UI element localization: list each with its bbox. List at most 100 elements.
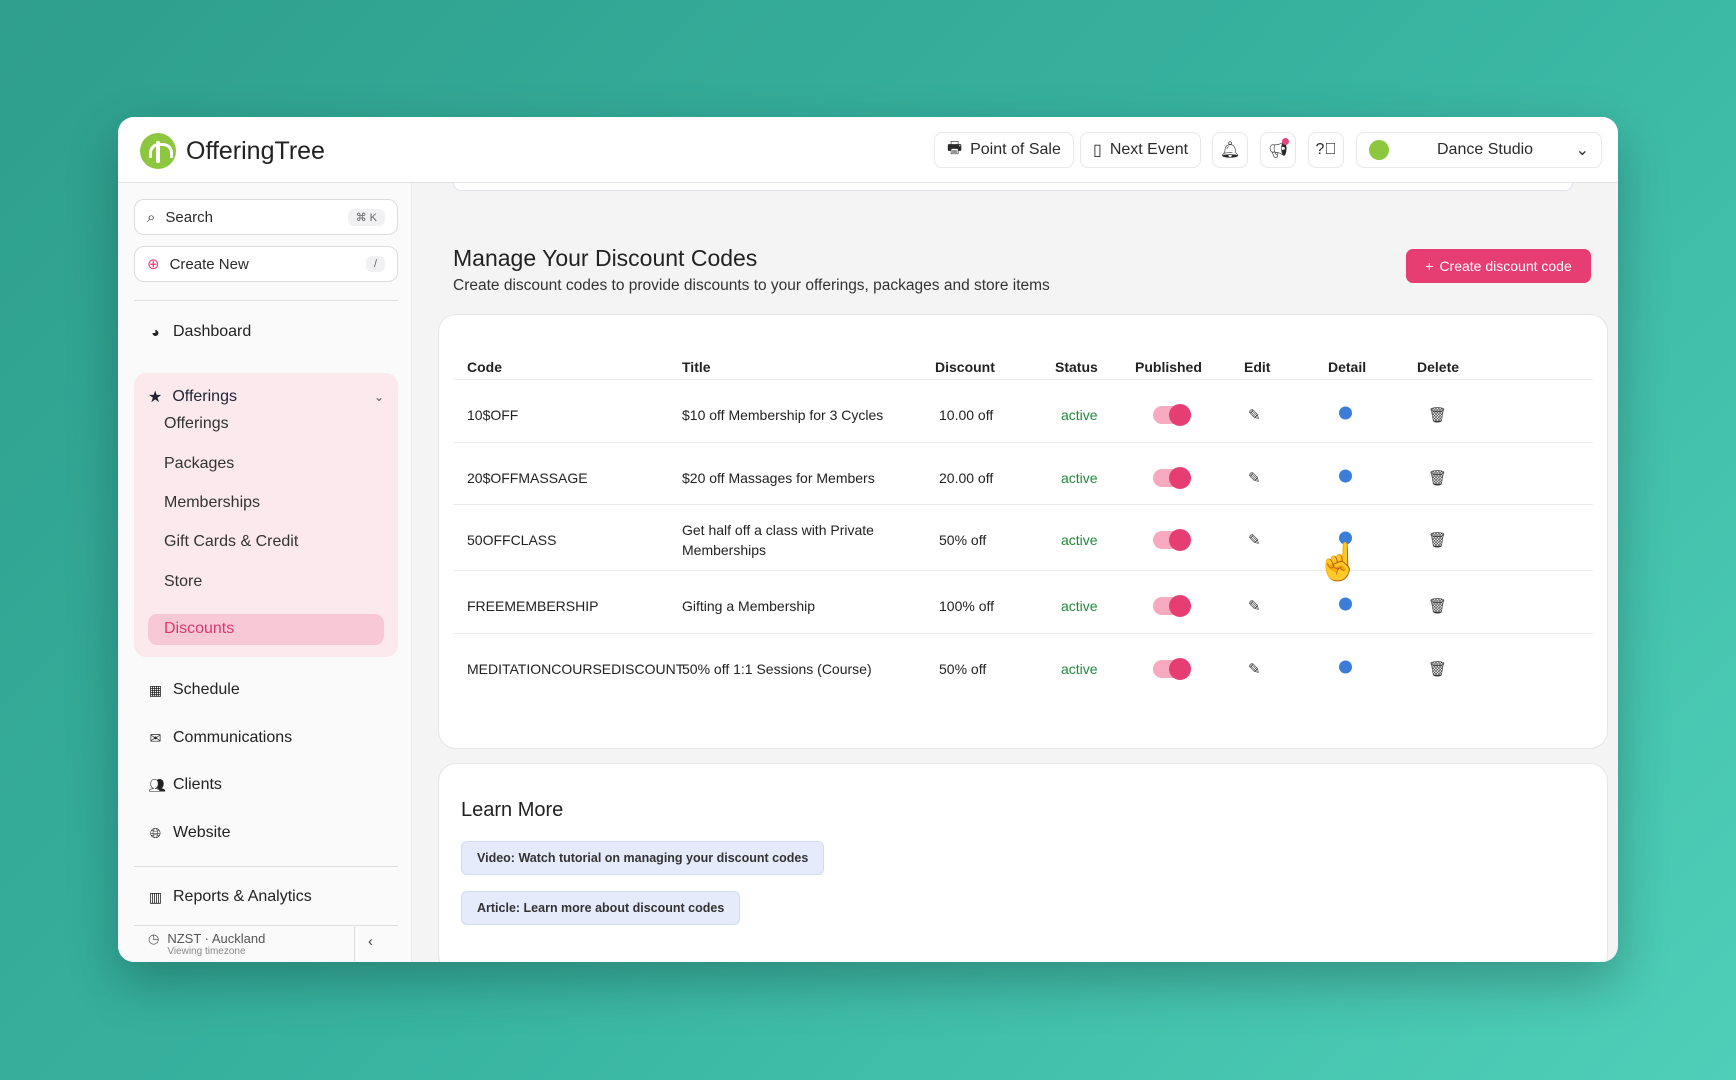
column-header-published: Published	[1135, 359, 1202, 375]
published-toggle[interactable]	[1153, 594, 1191, 617]
chevron-down-icon: ⌄	[1575, 142, 1589, 159]
cell-title: $20 off Massages for Members	[682, 468, 875, 488]
divider	[134, 300, 398, 301]
published-toggle[interactable]	[1153, 466, 1191, 489]
edit-icon[interactable]: ✎	[1248, 406, 1261, 424]
clock-icon: ◷	[148, 931, 160, 946]
sidebar-item-reports[interactable]: ▥ Reports & Analytics	[148, 888, 312, 906]
column-header-detail: Detail	[1328, 359, 1367, 375]
create-new-label: Create New	[169, 255, 249, 273]
bell-icon: 🔔︎	[1219, 142, 1241, 159]
cell-title-text: Memberships	[682, 541, 767, 558]
next-event-button[interactable]: ▯ Next Event	[1080, 132, 1202, 168]
cell-title: $10 off Membership for 3 Cycles	[682, 405, 883, 425]
sidebar-item-label: Communications	[173, 729, 293, 746]
edit-icon[interactable]: ✎	[1248, 597, 1261, 615]
sidebar-item-communications[interactable]: ✉ Communications	[148, 729, 293, 747]
studio-name: Dance Studio	[1437, 141, 1534, 158]
sidebar-subitem-gift-cards[interactable]: Gift Cards & Credit	[164, 533, 298, 551]
cell-discount: 50% off	[939, 531, 987, 548]
cell-discount: 50% off	[939, 660, 987, 677]
calendar-icon: ▦	[148, 681, 163, 698]
column-header-status: Status	[1055, 359, 1098, 375]
dashboard-icon: ◕	[151, 324, 160, 340]
table-row: 20$OFFMASSAGE $20 off Massages for Membe…	[453, 442, 1593, 512]
published-toggle[interactable]	[1153, 403, 1191, 426]
cell-discount: 10.00 off	[939, 406, 994, 423]
sidebar-item-label: Dashboard	[173, 323, 252, 340]
previous-card-edge	[453, 183, 1573, 191]
edit-icon[interactable]: ✎	[1248, 531, 1261, 549]
detail-icon[interactable]	[1339, 660, 1352, 677]
create-discount-code-button[interactable]: + Create discount code	[1406, 249, 1591, 283]
status-badge: active	[1061, 531, 1098, 548]
sidebar-item-label: Reports & Analytics	[173, 888, 312, 905]
edit-icon[interactable]: ✎	[1248, 660, 1261, 678]
sidebar-item-label: Clients	[173, 776, 222, 793]
sidebar-item-label: Offerings	[172, 388, 237, 405]
detail-icon[interactable]	[1339, 406, 1352, 423]
announcements-button[interactable]: 📢︎	[1260, 132, 1296, 168]
trash-icon[interactable]: 🗑︎	[1428, 597, 1447, 615]
column-header-title: Title	[682, 359, 711, 375]
sidebar-subitem-offerings[interactable]: Offerings	[164, 415, 229, 433]
sidebar-item-dashboard[interactable]: ◕ Dashboard	[148, 323, 251, 341]
star-icon: ★	[148, 389, 163, 406]
video-tutorial-link[interactable]: Video: Watch tutorial on managing your d…	[461, 841, 825, 875]
notifications-button[interactable]: 🔔︎	[1212, 132, 1248, 168]
point-of-sale-button[interactable]: 🖶 Point of Sale	[934, 132, 1074, 168]
published-toggle[interactable]	[1153, 528, 1191, 551]
trash-icon[interactable]: 🗑︎	[1428, 531, 1447, 549]
status-badge: active	[1061, 660, 1098, 677]
page-subtitle: Create discount codes to provide discoun…	[453, 277, 1050, 294]
studio-selector[interactable]: Dance Studio ⌄	[1356, 132, 1602, 168]
detail-icon[interactable]	[1339, 597, 1352, 614]
divider	[354, 927, 355, 961]
trash-icon[interactable]: 🗑︎	[1428, 660, 1447, 678]
next-event-label: Next Event	[1109, 141, 1189, 158]
trash-icon[interactable]: 🗑︎	[1428, 469, 1447, 487]
detail-icon[interactable]	[1339, 469, 1352, 486]
collapse-sidebar-icon[interactable]: ‹	[368, 933, 373, 950]
cell-title-text: 50% off 1:1 Sessions (Course)	[682, 660, 872, 677]
create-new-button[interactable]: ⊕ Create New /	[134, 246, 398, 282]
clipboard-icon: ▯	[1093, 142, 1102, 159]
learn-more-title: Learn More	[461, 799, 564, 821]
plus-circle-icon: ⊕	[147, 256, 160, 273]
sidebar-subitem-memberships[interactable]: Memberships	[164, 494, 260, 512]
top-bar: OfferingTree 🖶 Point of Sale ▯ Next Even…	[118, 117, 1618, 183]
edit-icon[interactable]: ✎	[1248, 469, 1261, 487]
sidebar-subitem-store[interactable]: Store	[164, 573, 202, 591]
hand-cursor-icon: ☝	[1316, 541, 1361, 582]
timezone-sublabel: Viewing timezone	[167, 946, 246, 957]
cell-discount: 20.00 off	[939, 469, 994, 486]
cell-title-text: Get half off a class with Private	[682, 521, 874, 538]
help-button[interactable]: ?⃝	[1308, 132, 1344, 168]
globe-icon: 🌐︎	[149, 824, 162, 841]
main-content: Manage Your Discount Codes Create discou…	[413, 183, 1618, 962]
column-header-code: Code	[467, 359, 502, 375]
sidebar-item-website[interactable]: 🌐︎ Website	[148, 824, 231, 842]
point-of-sale-label: Point of Sale	[970, 141, 1061, 158]
trash-icon[interactable]: 🗑︎	[1428, 406, 1447, 424]
cell-title: Gifting a Membership	[682, 596, 815, 616]
sidebar-item-schedule[interactable]: ▦ Schedule	[148, 681, 240, 699]
page-title: Manage Your Discount Codes	[453, 245, 758, 271]
sidebar-subitem-packages[interactable]: Packages	[164, 455, 234, 473]
timezone-indicator[interactable]: ◷ NZST · Auckland Viewing timezone	[148, 931, 265, 957]
app-name: OfferingTree	[186, 136, 325, 165]
sidebar-subitem-discounts[interactable]: Discounts	[164, 620, 234, 638]
cell-title: Get half off a class with Private Members…	[682, 520, 874, 560]
chevron-down-icon: ⌄	[373, 390, 384, 404]
sidebar-item-clients[interactable]: 👥︎ Clients	[148, 776, 222, 794]
search-shortcut: ⌘ K	[347, 208, 385, 226]
search-input[interactable]: ⌕ Search ⌘ K	[134, 199, 398, 235]
published-toggle[interactable]	[1153, 657, 1191, 680]
offerings-group: ★ Offerings ⌄ Offerings Packages Members…	[134, 373, 398, 657]
article-link[interactable]: Article: Learn more about discount codes	[461, 891, 741, 925]
sidebar-item-offerings[interactable]: ★ Offerings ⌄	[148, 387, 384, 407]
plus-icon: +	[1425, 258, 1434, 274]
divider	[134, 925, 398, 926]
brand[interactable]: OfferingTree	[140, 133, 325, 169]
table-row: MEDITATIONCOURSEDISCOUNT 50% off 1:1 Ses…	[453, 633, 1593, 703]
